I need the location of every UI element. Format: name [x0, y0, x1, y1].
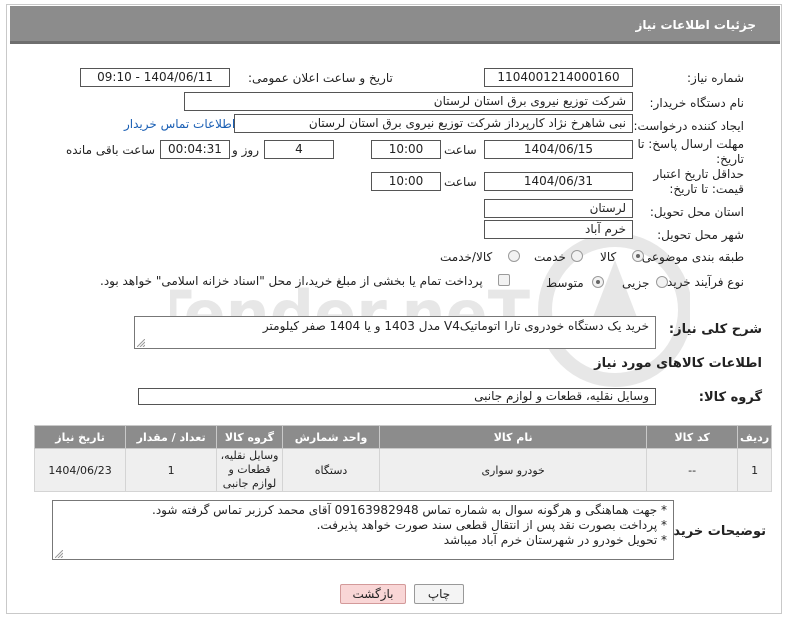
- goods-group-field: وسایل نقلیه، قطعات و لوازم جانبی: [138, 388, 656, 405]
- cell-row: 1: [737, 448, 772, 492]
- process-partial-label: جزیی: [622, 276, 650, 290]
- category-service-radio[interactable]: [571, 250, 583, 262]
- cell-qty: 1: [125, 448, 218, 492]
- city-field: خرم آباد: [484, 220, 633, 239]
- process-partial-radio[interactable]: [656, 276, 668, 288]
- requester-field: نبی شاهرخ نژاد کارپرداز شرکت توزیع نیروی…: [234, 114, 633, 133]
- days-remaining-field: 4: [264, 140, 334, 159]
- requester-label: ایجاد کننده درخواست:: [633, 119, 744, 133]
- goods-table: ردیف کد کالا نام کالا واحد شمارش گروه کا…: [33, 425, 772, 492]
- category-label: طبقه بندی موضوعی:: [637, 250, 744, 264]
- page-title: جزئیات اطلاعات نیاز: [635, 18, 756, 32]
- resize-grip-icon: [137, 339, 145, 347]
- col-qty-header: تعداد / مقدار: [125, 425, 218, 449]
- cell-name: خودرو سواری: [379, 448, 648, 492]
- col-name-header: نام کالا: [379, 425, 648, 449]
- table-row: 1 -- خودرو سواری دستگاه وسایل نقلیه، قطع…: [33, 448, 772, 492]
- buyer-contact-link[interactable]: اطلاعات تماس خریدار: [124, 117, 235, 131]
- validity-date-field: 1404/06/31: [484, 172, 633, 191]
- deadline-time-label: ساعت: [444, 143, 477, 157]
- category-goods-label: کالا: [600, 250, 617, 264]
- city-label: شهر محل تحویل:: [657, 228, 744, 242]
- summary-textarea: خرید یک دستگاه خودروی تارا اتوماتیکV4 مد…: [134, 316, 656, 349]
- process-label: نوع فرآیند خرید :: [659, 275, 744, 289]
- goods-info-title: اطلاعات کالاهای مورد نیاز: [594, 356, 762, 371]
- table-header-row: ردیف کد کالا نام کالا واحد شمارش گروه کا…: [33, 425, 772, 449]
- buyer-note-line: * پرداخت بصورت نقد پس از انتقال قطعی سند…: [316, 518, 667, 532]
- category-service-label: خدمت: [534, 250, 566, 264]
- need-number-label: شماره نیاز:: [687, 71, 744, 85]
- print-button[interactable]: چاپ: [414, 584, 464, 604]
- cell-date: 1404/06/23: [33, 448, 127, 492]
- time-remaining-field: 00:04:31: [160, 140, 230, 159]
- process-medium-radio[interactable]: [592, 276, 604, 288]
- summary-label: شرح کلی نیاز:: [668, 322, 762, 337]
- cell-code: --: [646, 448, 739, 492]
- buyer-org-label: نام دستگاه خریدار:: [649, 96, 745, 110]
- treasury-payment-checkbox[interactable]: [498, 274, 510, 286]
- buyer-notes-textarea: * جهت هماهنگی و هرگونه سوال به شماره تما…: [52, 500, 674, 560]
- col-date-header: تاریخ نیاز: [33, 425, 127, 449]
- announce-field: 1404/06/11 - 09:10: [80, 68, 230, 87]
- buyer-note-line: * جهت هماهنگی و هرگونه سوال به شماره تما…: [152, 503, 667, 517]
- deadline-label: مهلت ارسال پاسخ: تا تاریخ:: [637, 137, 744, 166]
- cell-group: وسایل نقلیه، قطعات و لوازم جانبی: [216, 448, 283, 492]
- goods-group-label: گروه کالا:: [698, 390, 762, 405]
- deadline-time-field: 10:00: [371, 140, 441, 159]
- col-row-header: ردیف: [737, 425, 772, 449]
- category-both-label: کالا/خدمت: [440, 250, 493, 264]
- category-goods-radio[interactable]: [632, 250, 644, 262]
- days-label: روز و: [232, 143, 259, 157]
- province-field: لرستان: [484, 199, 633, 218]
- buyer-note-line: * تحویل خودرو در شهرستان خرم آباد میباشد: [443, 533, 667, 547]
- validity-label: حداقل تاریخ اعتبار قیمت: تا تاریخ:: [653, 167, 744, 196]
- need-number-field: 1104001214000160: [484, 68, 633, 87]
- col-code-header: کد کالا: [646, 425, 739, 449]
- process-medium-label: متوسط: [546, 276, 584, 290]
- province-label: استان محل تحویل:: [649, 205, 744, 219]
- category-both-radio[interactable]: [508, 250, 520, 262]
- announce-label: تاریخ و ساعت اعلان عمومی:: [248, 71, 393, 85]
- validity-time-label: ساعت: [444, 175, 477, 189]
- page-header: جزئیات اطلاعات نیاز: [10, 6, 780, 44]
- buyer-org-field: شرکت توزیع نیروی برق استان لرستان: [184, 92, 633, 111]
- validity-time-field: 10:00: [371, 172, 441, 191]
- treasury-payment-note: پرداخت تمام یا بخشی از مبلغ خرید،از محل …: [100, 274, 483, 288]
- deadline-date-field: 1404/06/15: [484, 140, 633, 159]
- back-button[interactable]: بازگشت: [340, 584, 406, 604]
- col-unit-header: واحد شمارش: [281, 425, 381, 449]
- time-remaining-label: ساعت باقی مانده: [66, 143, 156, 157]
- summary-text: خرید یک دستگاه خودروی تارا اتوماتیکV4 مد…: [262, 319, 649, 333]
- resize-grip-icon: [55, 550, 63, 558]
- col-group-header: گروه کالا: [216, 425, 283, 449]
- cell-unit: دستگاه: [281, 448, 381, 492]
